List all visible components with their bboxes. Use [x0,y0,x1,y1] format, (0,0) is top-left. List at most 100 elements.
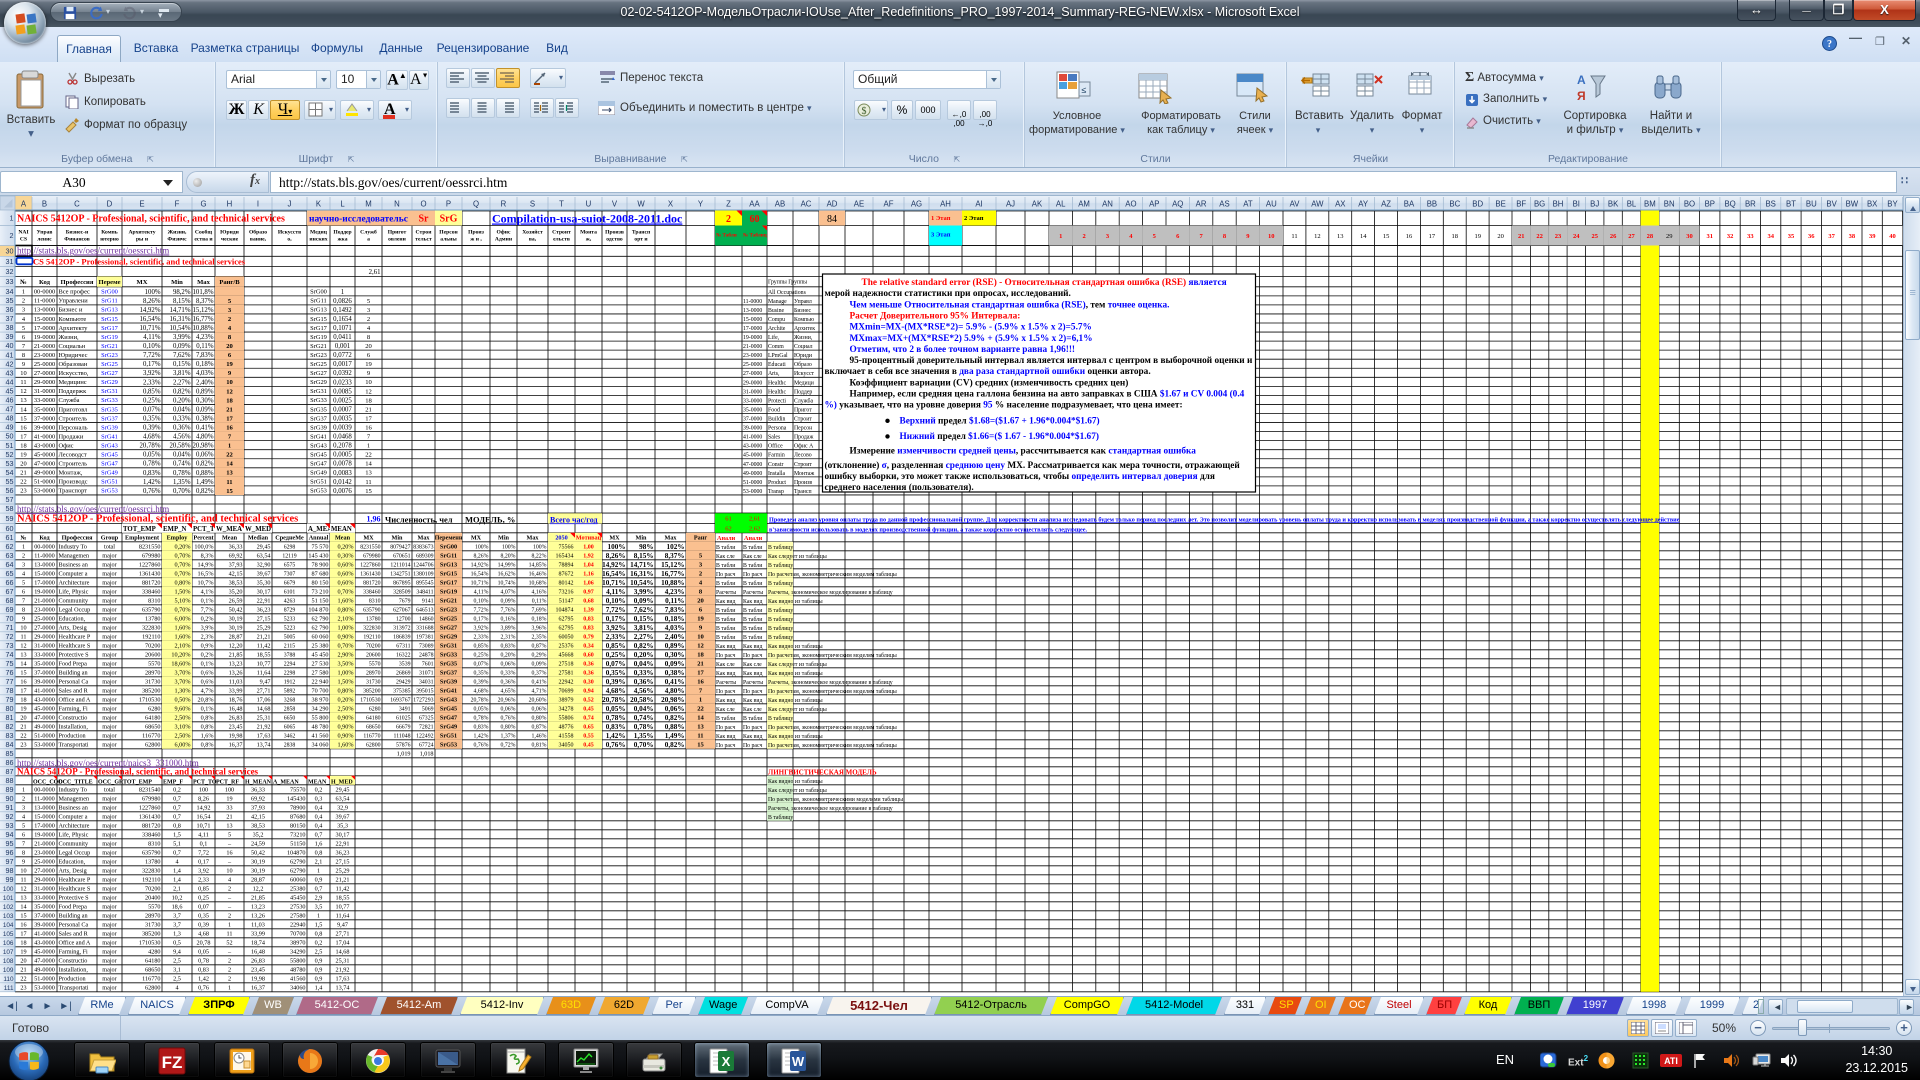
svg-text:49: 49 [6,423,14,432]
svg-text:22: 22 [20,976,26,983]
svg-text:10,88%: 10,88% [193,325,214,332]
svg-text:62790: 62790 [290,868,305,875]
svg-text:Трансп: Трансп [794,489,812,495]
svg-text:11,64: 11,64 [336,913,350,920]
svg-text:Arts, Desig: Arts, Desig [59,868,87,875]
svg-text:18,60%: 18,60% [171,661,190,668]
svg-text:16,31%: 16,31% [170,316,191,323]
svg-text:BY: BY [1887,200,1898,209]
svg-text:0,7: 0,7 [173,805,181,812]
svg-text:4,03%: 4,03% [665,624,685,632]
svg-text:Office and A: Office and A [59,940,91,947]
svg-text:100%: 100% [145,289,161,296]
svg-text:Искусств: Искусств [278,230,301,236]
svg-text:Installation,: Installation, [59,724,89,731]
svg-text:13-0000: 13-0000 [34,307,55,314]
svg-text:107: 107 [3,949,14,956]
svg-text:15: 15 [20,415,26,422]
svg-text:60: 60 [750,214,760,225]
svg-text:0,35: 0,35 [198,913,209,920]
svg-text:30: 30 [1686,233,1693,240]
svg-text:192110: 192110 [142,877,160,884]
svg-text:Education,: Education, [59,859,86,866]
svg-text:17: 17 [20,931,26,938]
svg-text:http://stats.bls.gov/oes/curre: http://stats.bls.gov/oes/current/oessrci… [17,504,169,514]
svg-text:3,92: 3,92 [198,868,209,875]
svg-text:27-0000: 27-0000 [743,371,762,377]
svg-text:16: 16 [20,922,26,929]
svg-text:27581: 27581 [559,671,574,677]
svg-text:11: 11 [226,479,232,486]
svg-text:3,70%: 3,70% [175,679,191,686]
svg-text:25-0000: 25-0000 [34,616,55,623]
svg-text:AB: AB [775,200,785,209]
svg-text:37-0000: 37-0000 [34,913,55,920]
svg-text:16,54%: 16,54% [140,316,161,323]
svg-text:TOT_EMP: TOT_EMP [123,526,156,533]
svg-text:13,23: 13,23 [229,661,243,668]
svg-text:Монтаж,: Монтаж, [59,470,83,477]
svg-text:0,60: 0,60 [583,653,594,659]
svg-text:100%: 100% [608,543,626,551]
svg-text:21: 21 [1518,233,1525,240]
svg-text:а: а [367,237,370,243]
svg-text:SrG45: SrG45 [440,706,457,713]
svg-text:3,9%: 3,9% [201,625,214,632]
svg-text:49-0000: 49-0000 [34,724,55,731]
svg-text:о,: о, [287,237,292,243]
svg-text:85: 85 [6,749,14,758]
svg-text:ЛИНГВИСТИЧЕСКАЯ МОДЕЛЬ: ЛИНГВИСТИЧЕСКАЯ МОДЕЛЬ [768,768,877,776]
svg-text:53: 53 [6,459,14,468]
svg-text:70699: 70699 [559,689,574,695]
svg-text:major: major [102,895,116,902]
svg-text:3539: 3539 [399,661,411,667]
svg-text:1,37%: 1,37% [501,733,516,739]
svg-text:38,53: 38,53 [251,823,265,830]
svg-text:23: 23 [20,488,26,495]
svg-text:0,70%: 0,70% [338,589,354,596]
svg-text:14,68: 14,68 [336,949,350,956]
svg-text:17,04: 17,04 [336,940,350,947]
svg-text:47-0000: 47-0000 [34,958,55,965]
svg-text:26,59: 26,59 [229,598,243,605]
svg-text:Строитель: Строитель [59,461,88,468]
svg-text:Строитель: Строитель [59,415,88,422]
svg-text:M: M [365,200,372,209]
svg-text:По расч: По расч [743,572,762,578]
svg-text:39-0000: 39-0000 [743,426,762,432]
svg-text:total: total [104,544,115,551]
svg-text:0,76%: 0,76% [501,715,516,721]
svg-text:В табли: В табли [743,715,762,722]
svg-text:52: 52 [226,940,232,947]
svg-text:27530: 27530 [290,904,305,911]
svg-text:13-0000: 13-0000 [34,562,55,569]
svg-text:313972: 313972 [393,625,410,631]
svg-text:31-0000: 31-0000 [34,388,55,395]
svg-text:19-0000: 19-0000 [743,335,762,341]
svg-text:71: 71 [6,623,14,632]
svg-text:0,50%: 0,50% [175,697,191,704]
svg-text:Я: Я [1577,89,1586,103]
svg-text:22: 22 [20,479,26,486]
svg-text:major: major [102,571,116,578]
svg-text:Все профес: Все профес [59,289,91,296]
svg-text:Constructio: Constructio [59,715,88,722]
svg-text:3,92%: 3,92% [143,370,161,377]
svg-text:O: O [420,200,426,209]
svg-text:2: 2 [22,796,25,803]
svg-text:Building an: Building an [59,913,88,920]
svg-text:47-0000: 47-0000 [34,715,55,722]
svg-text:98,2%: 98,2% [173,289,191,296]
svg-text:16,37: 16,37 [251,985,265,992]
svg-text:20,96%: 20,96% [498,697,516,703]
svg-text:BD: BD [1472,200,1483,209]
svg-text:научно-исследовательс: научно-исследовательс [309,215,408,225]
svg-text:SrG23: SrG23 [310,352,327,359]
svg-text:9,4: 9,4 [173,949,181,956]
svg-text:92: 92 [6,812,14,821]
svg-text:17,06: 17,06 [257,697,271,704]
svg-text:65: 65 [6,569,14,578]
svg-text:116770: 116770 [142,976,160,983]
svg-text:BC: BC [1449,200,1460,209]
svg-text:16,54: 16,54 [197,814,211,821]
